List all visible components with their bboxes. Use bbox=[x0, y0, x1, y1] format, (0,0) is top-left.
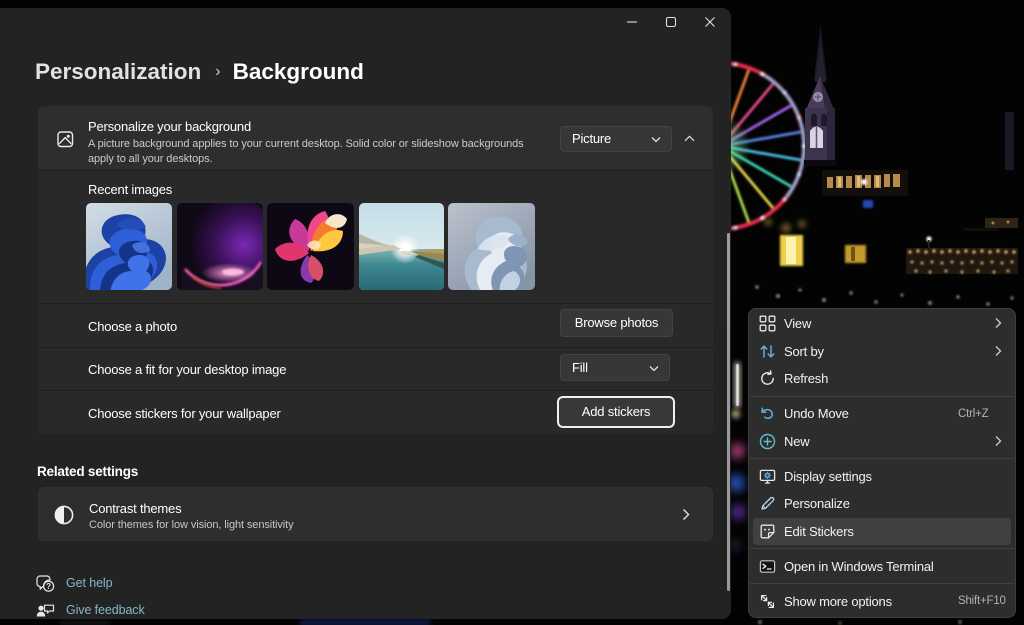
svg-text:?: ? bbox=[46, 582, 51, 591]
